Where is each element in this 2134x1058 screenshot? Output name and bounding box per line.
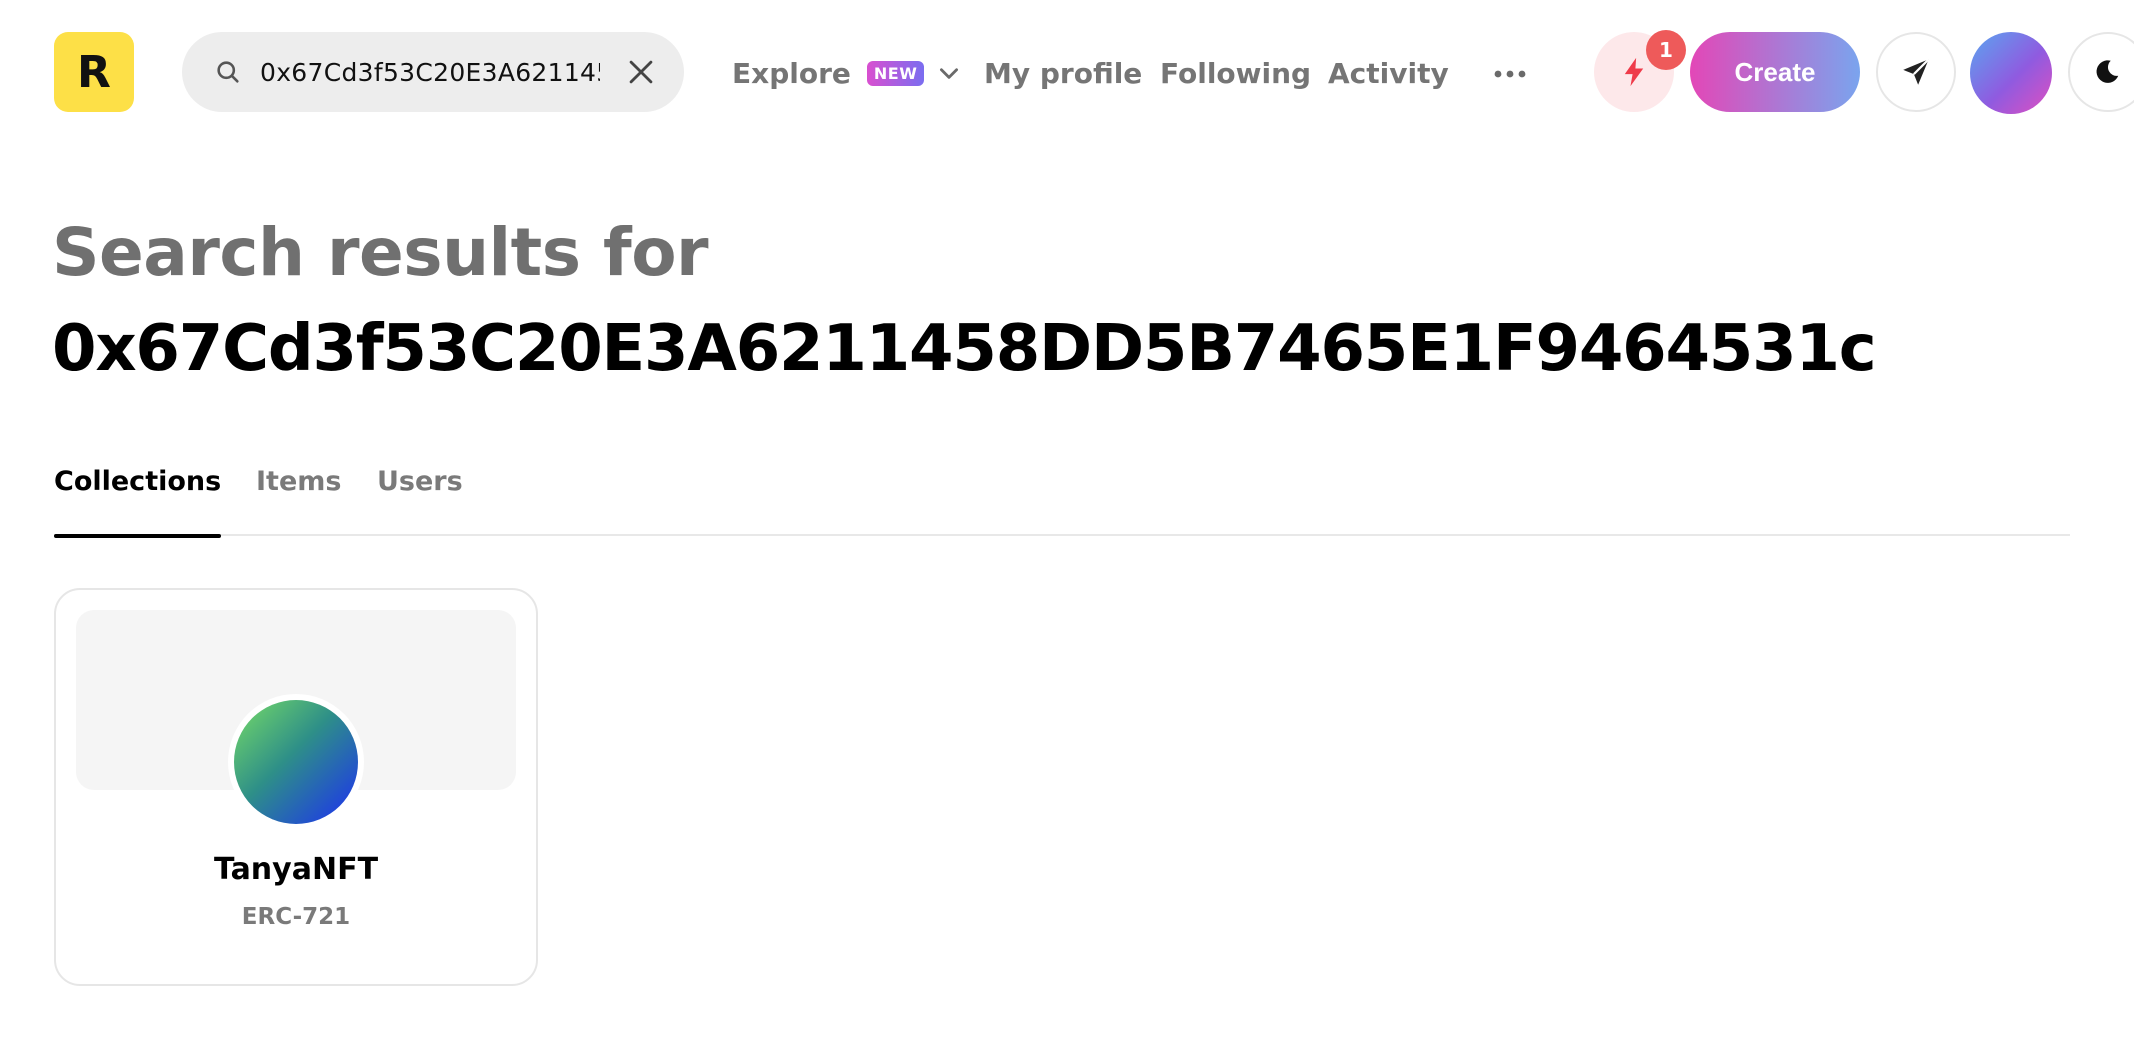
avatar[interactable] xyxy=(1970,32,2052,114)
more-icon[interactable] xyxy=(1490,62,1530,86)
nav-following[interactable]: Following xyxy=(1160,48,1311,98)
create-button[interactable]: Create xyxy=(1690,32,1860,112)
tab-users[interactable]: Users xyxy=(377,466,463,536)
search-input[interactable] xyxy=(260,57,600,87)
new-badge: NEW xyxy=(866,60,925,86)
notification-count-badge: 1 xyxy=(1646,30,1686,70)
tab-bar: Collections Items Users xyxy=(54,466,2070,538)
collection-name: TanyaNFT xyxy=(213,852,379,887)
collection-avatar xyxy=(228,694,364,830)
moon-icon xyxy=(2096,60,2119,83)
theme-toggle-button[interactable] xyxy=(2068,32,2134,112)
top-header: R Explore NEW My profile Following Activ… xyxy=(0,0,2134,148)
nav-explore[interactable]: Explore NEW xyxy=(732,48,962,98)
collection-card[interactable]: TanyaNFT ERC-721 xyxy=(54,588,538,986)
tab-collections[interactable]: Collections xyxy=(54,466,222,538)
send-icon xyxy=(1903,58,1930,85)
tab-items[interactable]: Items xyxy=(256,466,341,536)
search-query-title: 0x67Cd3f53C20E3A6211458DD5B7465E1F946453… xyxy=(52,312,1877,386)
logo[interactable]: R xyxy=(54,32,134,112)
collection-standard: ERC-721 xyxy=(241,904,351,930)
page-title: Search results for xyxy=(52,214,709,291)
chevron-down-icon xyxy=(940,68,959,79)
nav-my-profile[interactable]: My profile xyxy=(984,48,1142,98)
send-button[interactable] xyxy=(1876,32,1956,112)
search-icon xyxy=(217,61,239,83)
lightning-icon xyxy=(1624,57,1644,87)
search-bar xyxy=(182,32,684,112)
nav-explore-label: Explore xyxy=(732,56,851,90)
close-icon[interactable] xyxy=(624,55,658,89)
nav-activity[interactable]: Activity xyxy=(1328,48,1449,98)
